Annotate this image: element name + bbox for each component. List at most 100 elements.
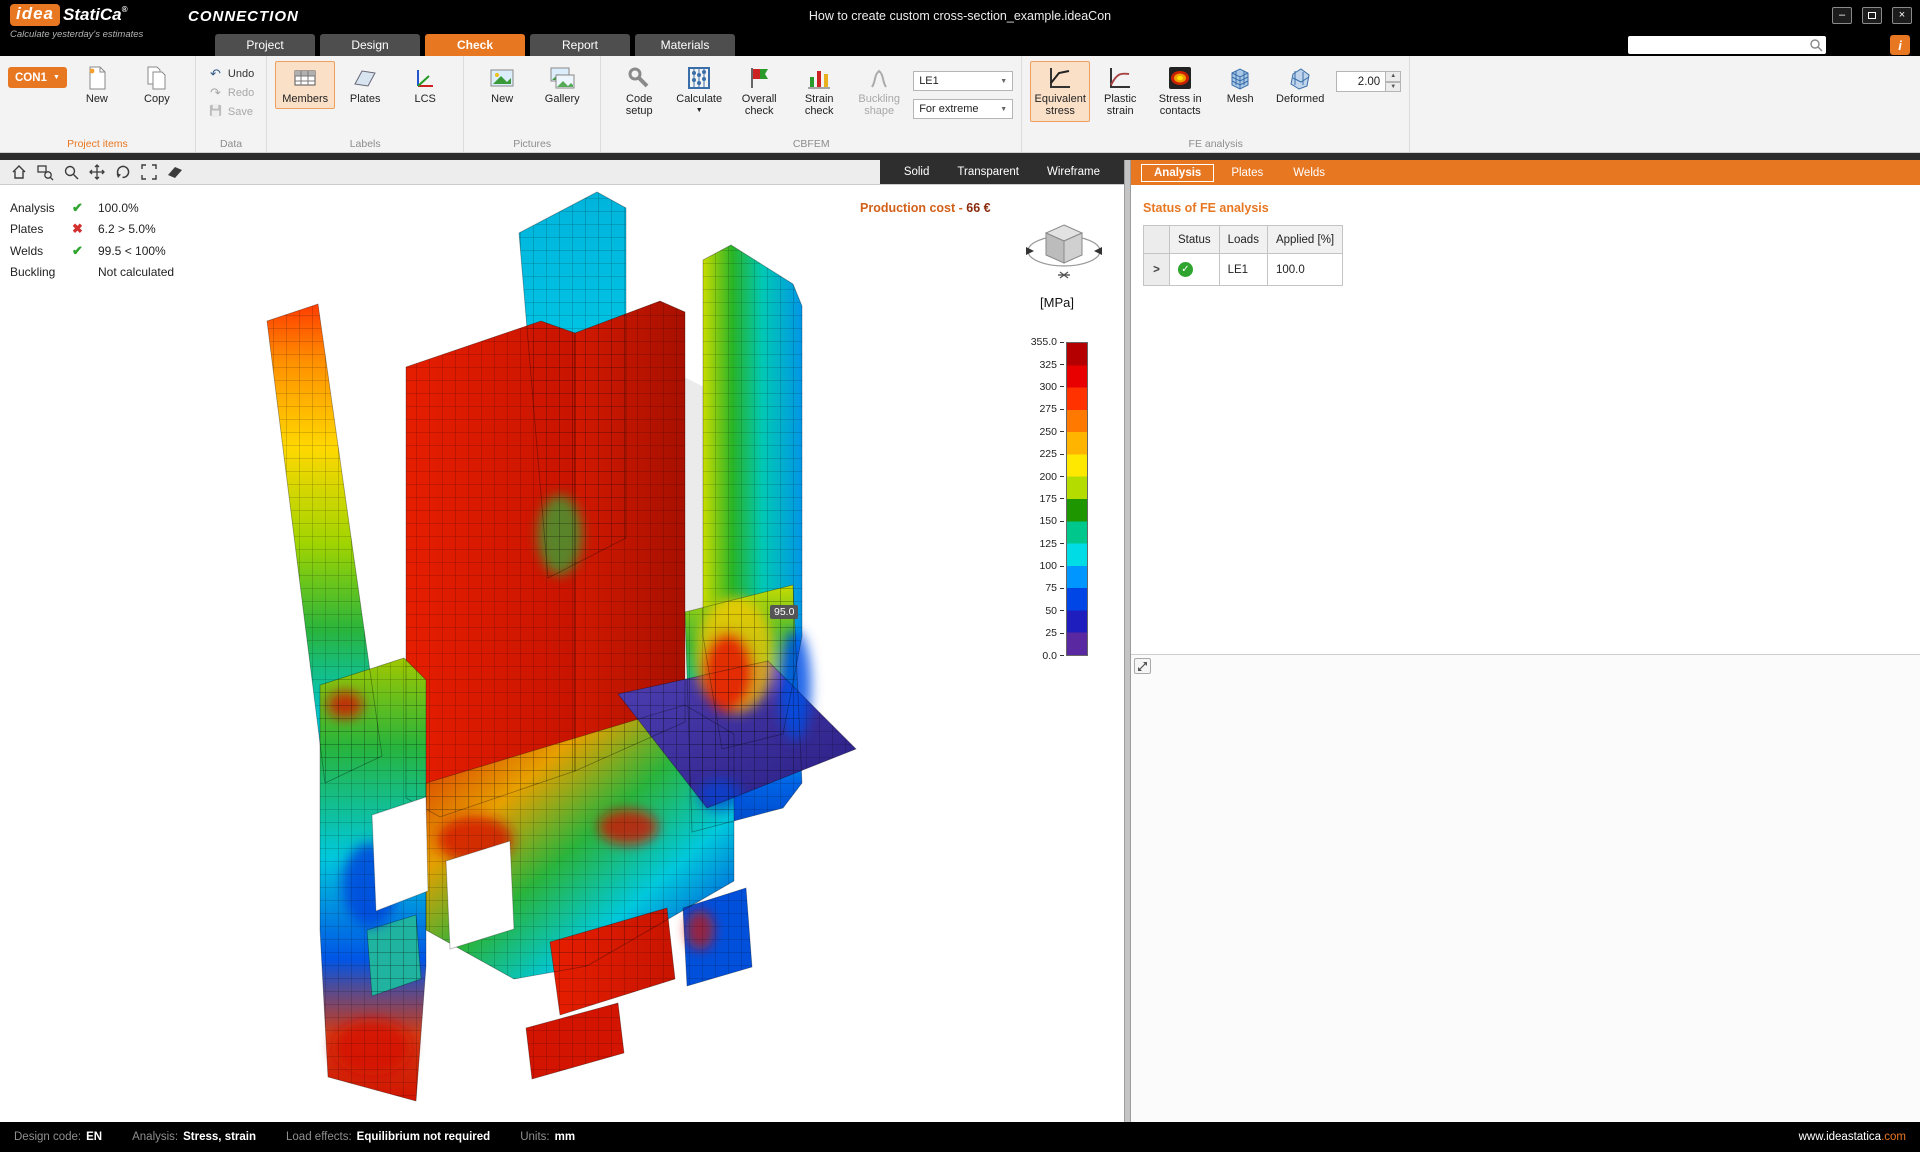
maximize-icon <box>1868 12 1876 19</box>
search-box <box>1628 36 1826 54</box>
mode-transparent[interactable]: Transparent <box>957 166 1019 178</box>
tab-report[interactable]: Report <box>530 34 630 56</box>
search-input[interactable] <box>1628 38 1808 52</box>
undo-button[interactable]: ↶Undo <box>204 65 258 82</box>
zoom-fit-button[interactable] <box>136 161 162 184</box>
expand-panel-button[interactable] <box>1134 658 1151 674</box>
check-row-analysis: Analysis 100.0% <box>10 197 174 219</box>
plastic-strain-toggle[interactable]: Plastic strain <box>1090 61 1150 122</box>
tab-design[interactable]: Design <box>320 34 420 56</box>
ribbon-tab-row: Project Design Check Report Materials i <box>0 34 1920 56</box>
picture-icon <box>489 65 515 91</box>
buckling-shape-button: Buckling shape <box>849 61 909 122</box>
equivalent-stress-toggle[interactable]: Equivalent stress <box>1030 61 1090 122</box>
analysis-type-status: Analysis:Stress, strain <box>132 1131 256 1143</box>
maximize-button[interactable] <box>1862 7 1882 24</box>
tab-materials[interactable]: Materials <box>635 34 735 56</box>
calculate-button[interactable]: Calculate ▼ <box>669 61 729 119</box>
tab-analysis[interactable]: Analysis <box>1141 164 1214 182</box>
tab-welds[interactable]: Welds <box>1280 164 1338 182</box>
ribbon-group-project-items: CON1▼ New Copy Project items <box>0 56 196 152</box>
deformed-scale-stepper[interactable]: 2.00 ▲ ▼ <box>1336 71 1401 92</box>
spin-down-icon[interactable]: ▼ <box>1386 82 1401 93</box>
ribbon-group-fe-analysis: Equivalent stress Plastic strain Stress … <box>1022 56 1410 152</box>
tab-check[interactable]: Check <box>425 34 525 56</box>
coordinate-axes-icon <box>412 65 438 91</box>
results-tabs: Analysis Plates Welds <box>1131 160 1920 185</box>
units-status: Units:mm <box>520 1131 575 1143</box>
flag-icon <box>746 65 772 91</box>
render-mode-switch: Solid Transparent Wireframe <box>880 160 1124 184</box>
legend-unit: [MPa] <box>1040 295 1074 310</box>
gallery-button[interactable]: Gallery <box>532 61 592 109</box>
document-title: How to create custom cross-section_examp… <box>809 9 1111 23</box>
tab-project[interactable]: Project <box>215 34 315 56</box>
con1-dropdown[interactable]: CON1▼ <box>8 67 67 88</box>
mode-solid[interactable]: Solid <box>904 166 930 178</box>
website-link[interactable]: www.ideastatica.com <box>1799 1131 1906 1143</box>
chevron-down-icon: ▼ <box>1000 78 1007 85</box>
pan-button[interactable] <box>84 161 110 184</box>
deformed-scale-value[interactable]: 2.00 <box>1336 71 1386 92</box>
spin-up-icon[interactable]: ▲ <box>1386 71 1401 82</box>
group-label-project-items: Project items <box>0 138 195 150</box>
3d-model-canvas[interactable]: Analysis 100.0% Plates 6.2 > 5.0% Welds … <box>0 185 1124 1122</box>
copy-item-button[interactable]: Copy <box>127 61 187 109</box>
panel-splitter[interactable] <box>1124 160 1131 1122</box>
strain-check-button[interactable]: Strain check <box>789 61 849 122</box>
status-bar: Design code:EN Analysis:Stress, strain L… <box>0 1122 1920 1152</box>
design-code-status: Design code:EN <box>14 1131 102 1143</box>
load-effects-status: Load effects:Equilibrium not required <box>286 1131 490 1143</box>
stress-colorbar <box>1066 342 1088 656</box>
title-bar: idea StatiCa® Calculate yesterday's esti… <box>0 0 1920 34</box>
mesh-icon <box>1227 65 1253 91</box>
clipping-plane-button[interactable] <box>162 161 188 184</box>
tab-plates[interactable]: Plates <box>1218 164 1276 182</box>
overall-check-button[interactable]: Overall check <box>729 61 789 122</box>
row-loads: LE1 <box>1219 254 1267 286</box>
check-pass-icon <box>72 243 98 259</box>
mesh-toggle[interactable]: Mesh <box>1210 61 1270 109</box>
rotate-view-button[interactable] <box>110 161 136 184</box>
navigation-cube[interactable] <box>1022 211 1106 283</box>
strain-curve-icon <box>1107 65 1133 91</box>
mode-wireframe[interactable]: Wireframe <box>1047 166 1100 178</box>
ribbon-divider <box>0 153 1920 160</box>
plates-labels-toggle[interactable]: Plates <box>335 61 395 109</box>
deformed-toggle[interactable]: Deformed <box>1270 61 1330 109</box>
col-loads: Loads <box>1219 226 1267 254</box>
group-label-data: Data <box>196 138 266 150</box>
gallery-icon <box>549 65 575 91</box>
zoom-button[interactable] <box>58 161 84 184</box>
extreme-select[interactable]: For extreme▼ <box>913 99 1013 119</box>
minimize-button[interactable]: – <box>1832 7 1852 24</box>
check-row-plates: Plates 6.2 > 5.0% <box>10 219 174 241</box>
col-status: Status <box>1170 226 1220 254</box>
close-button[interactable]: × <box>1892 7 1912 24</box>
code-setup-button[interactable]: Code setup <box>609 61 669 122</box>
check-pass-icon <box>72 200 98 216</box>
col-applied: Applied [%] <box>1267 226 1342 254</box>
check-row-buckling: Buckling Not calculated <box>10 262 174 284</box>
bars-icon <box>806 65 832 91</box>
zoom-window-button[interactable] <box>32 161 58 184</box>
check-fail-icon <box>72 221 98 237</box>
app-logo: idea StatiCa® Calculate yesterday's esti… <box>10 4 143 40</box>
chevron-down-icon: ▼ <box>696 107 703 115</box>
new-picture-button[interactable]: New <box>472 61 532 109</box>
stress-in-contacts-toggle[interactable]: Stress in contacts <box>1150 61 1210 122</box>
plate-icon <box>352 65 378 91</box>
app-window: idea StatiCa® Calculate yesterday's esti… <box>0 0 1920 1152</box>
load-effect-select[interactable]: LE1▼ <box>913 71 1013 91</box>
info-button[interactable]: i <box>1890 35 1910 55</box>
fe-status-table: Status Loads Applied [%] > LE1 100.0 <box>1143 225 1343 286</box>
search-icon[interactable] <box>1808 37 1824 53</box>
members-labels-toggle[interactable]: Members <box>275 61 335 109</box>
home-view-button[interactable] <box>6 161 32 184</box>
undo-icon: ↶ <box>208 67 223 80</box>
new-item-button[interactable]: New <box>67 61 127 109</box>
lcs-toggle[interactable]: LCS <box>395 61 455 109</box>
deformed-mesh-icon <box>1287 65 1313 91</box>
fe-model-3d-view[interactable] <box>0 185 1124 1122</box>
row-expander[interactable]: > <box>1144 254 1170 286</box>
